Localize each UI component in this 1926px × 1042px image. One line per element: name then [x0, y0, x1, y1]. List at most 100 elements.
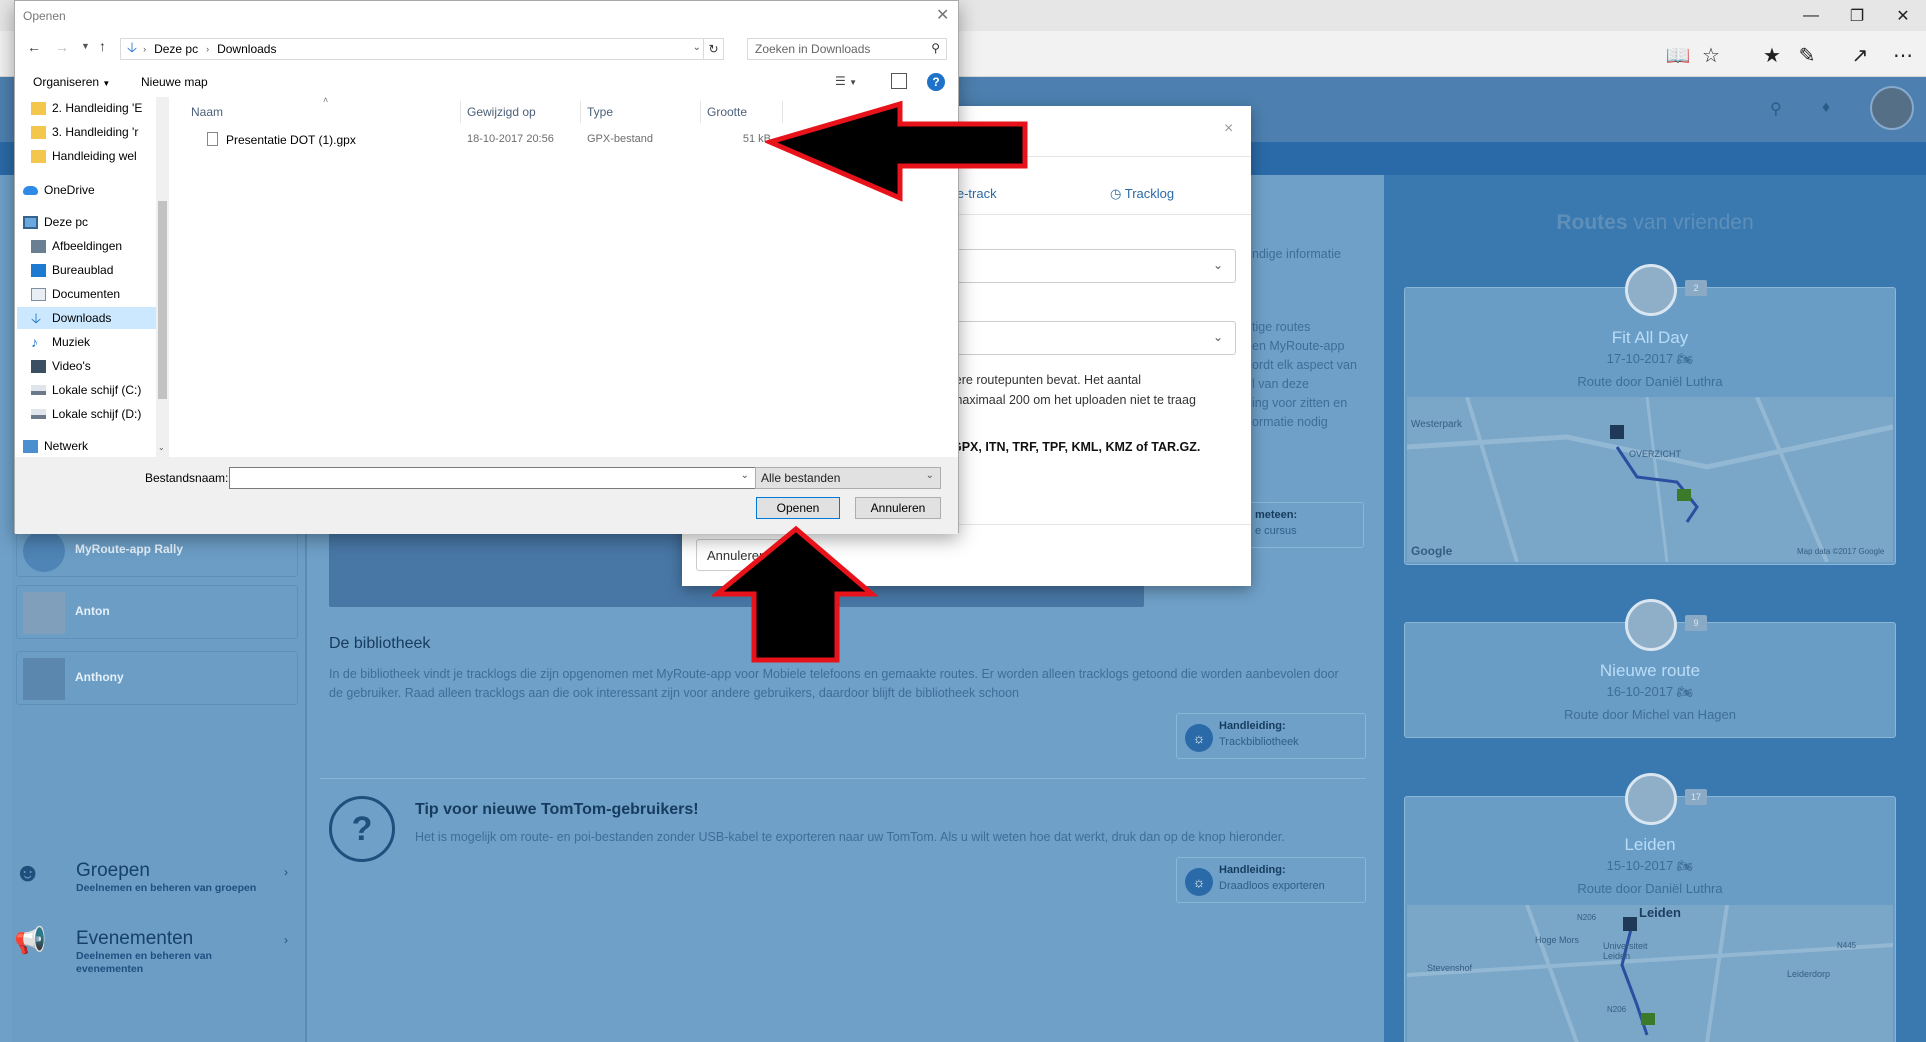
restore-button[interactable]: ❐ [1834, 0, 1880, 31]
search-icon[interactable]: ⚲ [1770, 99, 1782, 119]
organize-menu[interactable]: Organiseren ▼ [33, 75, 110, 89]
google-logo: Google [1411, 544, 1453, 558]
folder-icon [31, 125, 46, 139]
more-icon[interactable]: ⋯ [1888, 40, 1918, 70]
arrow-left-annotation [765, 100, 1028, 202]
filename-input[interactable]: ⌄ [229, 467, 756, 489]
friend-avatar [1625, 264, 1677, 316]
scrollbar-thumb[interactable] [158, 201, 167, 399]
friend-route-card[interactable]: 2 Fit All Day 17-10-2017 🏍 Route door Da… [1404, 264, 1896, 565]
search-icon: ⚲ [931, 41, 940, 55]
nav-item-downloads[interactable]: 🡣 Downloads [17, 307, 157, 329]
map-label: OVERZICHT [1629, 449, 1682, 459]
minimize-button[interactable]: — [1788, 0, 1834, 31]
pictures-icon [31, 239, 46, 253]
route-map[interactable]: Westerpark OVERZICHT Google Map data ©20… [1407, 397, 1893, 562]
divider [320, 778, 1366, 779]
address-bar[interactable]: 🡣 › Deze pc › Downloads ⌄ ↻ [120, 38, 724, 60]
tab-tracklog[interactable]: ◷ Tracklog [1110, 186, 1174, 202]
person-name: MyRoute-app Rally [75, 542, 184, 556]
favorites-list-icon[interactable]: ★ [1757, 40, 1787, 70]
route-count-badge: 9 [1685, 615, 1707, 631]
nav-item[interactable]: Bureaublad [31, 259, 168, 281]
view-options-icon[interactable]: ☰ ▼ [835, 74, 857, 88]
nav-scrollbar[interactable]: ⌄ [156, 97, 169, 457]
close-icon[interactable]: ✕ [936, 5, 949, 25]
pen-icon[interactable]: ✎ [1792, 40, 1822, 70]
music-icon: ♪ [31, 333, 38, 350]
forward-icon[interactable]: → [55, 39, 69, 55]
friend-route-card[interactable]: 9 Nieuwe route 16-10-2017 🏍 Route door M… [1404, 599, 1896, 738]
background-info-text: ndige informatie tige routes en MyRoute-… [1252, 247, 1357, 429]
route-map[interactable]: Leiden Hoge Mors Stevenshof Universiteit… [1407, 905, 1893, 1042]
close-window-button[interactable]: ✕ [1880, 0, 1926, 31]
nav-item[interactable]: Handleiding wel [31, 145, 168, 167]
share-icon[interactable]: ↗ [1845, 40, 1875, 70]
chevron-right-icon[interactable]: › [284, 865, 288, 879]
upload-info-text: lere routepunten bevat. Het aantal maxim… [952, 373, 1196, 407]
nav-item-network[interactable]: Netwerk [23, 435, 165, 457]
friend-route-card[interactable]: 17 Leiden 15-10-2017 🏍 Route door Daniël… [1404, 773, 1896, 1042]
nav-item-onedrive[interactable]: OneDrive [23, 179, 165, 201]
menu-events-title[interactable]: Evenementen [76, 928, 193, 950]
person-card[interactable]: Anthony [16, 651, 298, 705]
file-name: Presentatie DOT (1).gpx [226, 133, 356, 147]
nav-item[interactable]: ♪ Muziek [31, 331, 168, 353]
book-icon[interactable]: 📖 [1663, 40, 1693, 70]
map-label: Westerpark [1411, 419, 1462, 430]
person-card[interactable]: Anton [16, 585, 298, 639]
file-size: 51 kB [742, 133, 771, 145]
nav-item[interactable]: Documenten [31, 283, 168, 305]
route-date: 15-10-2017 🏍 [1606, 858, 1694, 873]
chevron-right-icon[interactable]: › [284, 933, 288, 947]
nav-item[interactable]: Afbeeldingen [31, 235, 168, 257]
navigation-pane: 2. Handleiding 'E 3. Handleiding 'r Hand… [15, 97, 169, 457]
file-type-filter[interactable]: Alle bestanden ⌄ [755, 467, 941, 489]
supported-formats: GPX, ITN, TRF, TPF, KML, KMZ of TAR.GZ. [952, 440, 1201, 454]
friend-avatar [1625, 773, 1677, 825]
scroll-down-icon[interactable]: ⌄ [158, 443, 165, 452]
column-header-name[interactable]: Naam [191, 101, 461, 123]
map-label: Hoge Mors [1535, 935, 1580, 945]
friend-route-name[interactable]: Leiden [1405, 835, 1895, 855]
up-icon[interactable]: ↑ [99, 38, 106, 54]
open-button[interactable]: Openen [756, 497, 840, 519]
close-icon[interactable]: × [1224, 120, 1233, 138]
preview-pane-icon[interactable] [891, 73, 907, 89]
file-modified: 18-10-2017 20:56 [467, 133, 554, 145]
friend-route-name[interactable]: Fit All Day [1405, 328, 1895, 348]
new-folder-button[interactable]: Nieuwe map [141, 75, 208, 89]
nav-item[interactable]: Lokale schijf (D:) [31, 403, 168, 425]
nav-item[interactable]: 2. Handleiding 'E [31, 97, 168, 119]
chevron-down-icon: ⌄ [925, 470, 934, 481]
nav-item-deze-pc[interactable]: Deze pc [23, 211, 165, 233]
friends-title: Routes van vrienden [1556, 211, 1754, 234]
help-icon[interactable]: ? [927, 73, 945, 91]
friend-route-name[interactable]: Nieuwe route [1405, 661, 1895, 681]
file-type: GPX-bestand [587, 133, 654, 145]
back-icon[interactable]: ← [27, 39, 41, 55]
library-help-button[interactable]: ☼ Handleiding: Trackbibliotheek [1176, 713, 1366, 759]
network-icon [23, 439, 38, 453]
tip-help-button[interactable]: ☼ Handleiding: Draadloos exporteren [1176, 857, 1366, 903]
desktop-icon [31, 263, 46, 277]
route-count-badge: 2 [1685, 280, 1707, 296]
folder-icon [31, 101, 46, 115]
search-input[interactable]: Zoeken in Downloads ⚲ [747, 38, 947, 60]
map-graphic [1407, 397, 1893, 562]
menu-groups-title[interactable]: Groepen [76, 860, 150, 882]
bell-icon[interactable]: ♦ [1822, 99, 1830, 117]
nav-item[interactable]: Video's [31, 355, 168, 377]
cancel-button[interactable]: Annuleren [855, 497, 941, 519]
star-icon[interactable]: ☆ [1696, 40, 1726, 70]
recent-dropdown-icon[interactable]: ▼ [81, 41, 90, 51]
file-icon [207, 132, 218, 146]
nav-item[interactable]: 3. Handleiding 'r [31, 121, 168, 143]
tip-title: Tip voor nieuwe TomTom-gebruikers! [415, 801, 699, 818]
column-header-modified[interactable]: Gewijzigd op [467, 101, 581, 123]
avatar[interactable] [1870, 86, 1914, 130]
column-header-type[interactable]: Type [587, 101, 701, 123]
nav-item[interactable]: Lokale schijf (C:) [31, 379, 168, 401]
map-label: Leiden [1639, 905, 1681, 920]
file-row[interactable]: Presentatie DOT (1).gpx 18-10-2017 20:56… [191, 129, 781, 151]
